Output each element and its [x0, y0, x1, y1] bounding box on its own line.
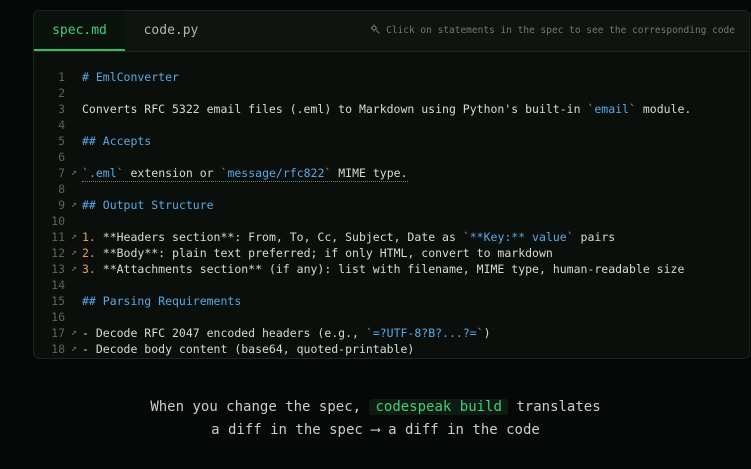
- code-line[interactable]: 9 ↗ ## Output Structure: [34, 197, 749, 213]
- code-line: 16: [34, 309, 749, 325]
- code-line: 10: [34, 213, 749, 229]
- line-number: 6: [58, 150, 65, 164]
- link-arrow-icon[interactable]: ↗: [71, 245, 81, 261]
- line-number: 2: [58, 86, 65, 100]
- line-text: ## Accepts: [82, 134, 152, 148]
- line-number: 10: [51, 214, 65, 228]
- hint-text-wrapper: Click on statements in the spec to see t…: [370, 11, 735, 51]
- link-arrow-icon[interactable]: ↗: [71, 197, 81, 213]
- editor-panel: spec.md code.py Click on statements in t…: [33, 10, 750, 359]
- caption-post: translates: [516, 399, 601, 415]
- line-text: ## Parsing Requirements: [82, 294, 242, 308]
- code-line[interactable]: 7 ↗ `.eml` extension or `message/rfc822` M…: [34, 165, 749, 182]
- line-text[interactable]: `.eml` extension or `message/rfc822` MIM…: [82, 165, 408, 182]
- line-number: 5: [58, 134, 65, 148]
- line-text[interactable]: 3. **Attachments section** (if any): lis…: [82, 261, 684, 277]
- code-line[interactable]: 13 ↗ 3. **Attachments section** (if any): …: [34, 261, 749, 277]
- line-text[interactable]: - Decode body content (base64, quoted-pr…: [82, 341, 414, 357]
- tab-bar: spec.md code.py Click on statements in t…: [34, 11, 749, 52]
- line-text: # EmlConverter: [82, 70, 179, 84]
- line-text[interactable]: - Decode RFC 2047 encoded headers (e.g.,…: [82, 325, 491, 341]
- line-number: 9: [58, 198, 65, 212]
- tab-spec-md[interactable]: spec.md: [34, 11, 125, 51]
- code-line[interactable]: 18 ↗ - Decode body content (base64, quoted…: [34, 341, 749, 357]
- line-number: 17: [51, 326, 65, 340]
- line-number: 3: [58, 102, 65, 116]
- code-line[interactable]: 17 ↗ - Decode RFC 2047 encoded headers (e.…: [34, 325, 749, 341]
- caption-line-1: When you change the spec, codespeak buil…: [0, 399, 751, 415]
- line-number: 8: [58, 182, 65, 196]
- line-number: 14: [51, 278, 65, 292]
- caption-pre: When you change the spec,: [150, 399, 362, 415]
- link-arrow-icon[interactable]: ↗: [71, 165, 81, 181]
- code-line: 2: [34, 85, 749, 101]
- line-number: 15: [51, 294, 65, 308]
- pointer-click-icon: [370, 12, 380, 34]
- code-line: 1 # EmlConverter: [34, 69, 749, 85]
- line-text[interactable]: 1. **Headers section**: From, To, Cc, Su…: [82, 229, 615, 245]
- code-line: 14: [34, 277, 749, 293]
- code-line: 3 Converts RFC 5322 email files (.eml) to…: [34, 101, 749, 117]
- code-line[interactable]: 11 ↗ 1. **Headers section**: From, To, Cc,…: [34, 229, 749, 245]
- caption-line-2: a diff in the spec ⟶ a diff in the code: [211, 422, 540, 438]
- line-number: 4: [58, 118, 65, 132]
- tab-code-py[interactable]: code.py: [125, 11, 217, 51]
- line-number: 16: [51, 310, 65, 324]
- line-number: 7: [58, 166, 65, 180]
- line-number: 1: [58, 70, 65, 84]
- link-arrow-icon[interactable]: ↗: [71, 341, 81, 357]
- link-arrow-icon[interactable]: ↗: [71, 261, 81, 277]
- line-text[interactable]: 2. **Body**: plain text preferred; if on…: [82, 245, 553, 261]
- code-line: 8: [34, 181, 749, 197]
- code-line: 15 ## Parsing Requirements: [34, 293, 749, 309]
- spec-code-view: 1 # EmlConverter 2 3 Converts RFC 5322 email…: [34, 69, 749, 357]
- line-text: Converts RFC 5322 email files (.eml) to …: [82, 102, 692, 116]
- line-number: 13: [51, 262, 65, 276]
- code-line: 5 ## Accepts: [34, 133, 749, 149]
- line-text[interactable]: ## Output Structure: [82, 197, 214, 213]
- link-arrow-icon[interactable]: ↗: [71, 229, 81, 245]
- line-number: 11: [51, 230, 65, 244]
- link-arrow-icon[interactable]: ↗: [71, 325, 81, 341]
- code-line: 4: [34, 117, 749, 133]
- codespeak-build-keyword: codespeak build: [369, 399, 508, 415]
- code-line[interactable]: 12 ↗ 2. **Body**: plain text preferred; if…: [34, 245, 749, 261]
- hint-text: Click on statements in the spec to see t…: [386, 25, 735, 36]
- code-line: 6: [34, 149, 749, 165]
- line-number: 12: [51, 246, 65, 260]
- line-number: 18: [51, 342, 65, 356]
